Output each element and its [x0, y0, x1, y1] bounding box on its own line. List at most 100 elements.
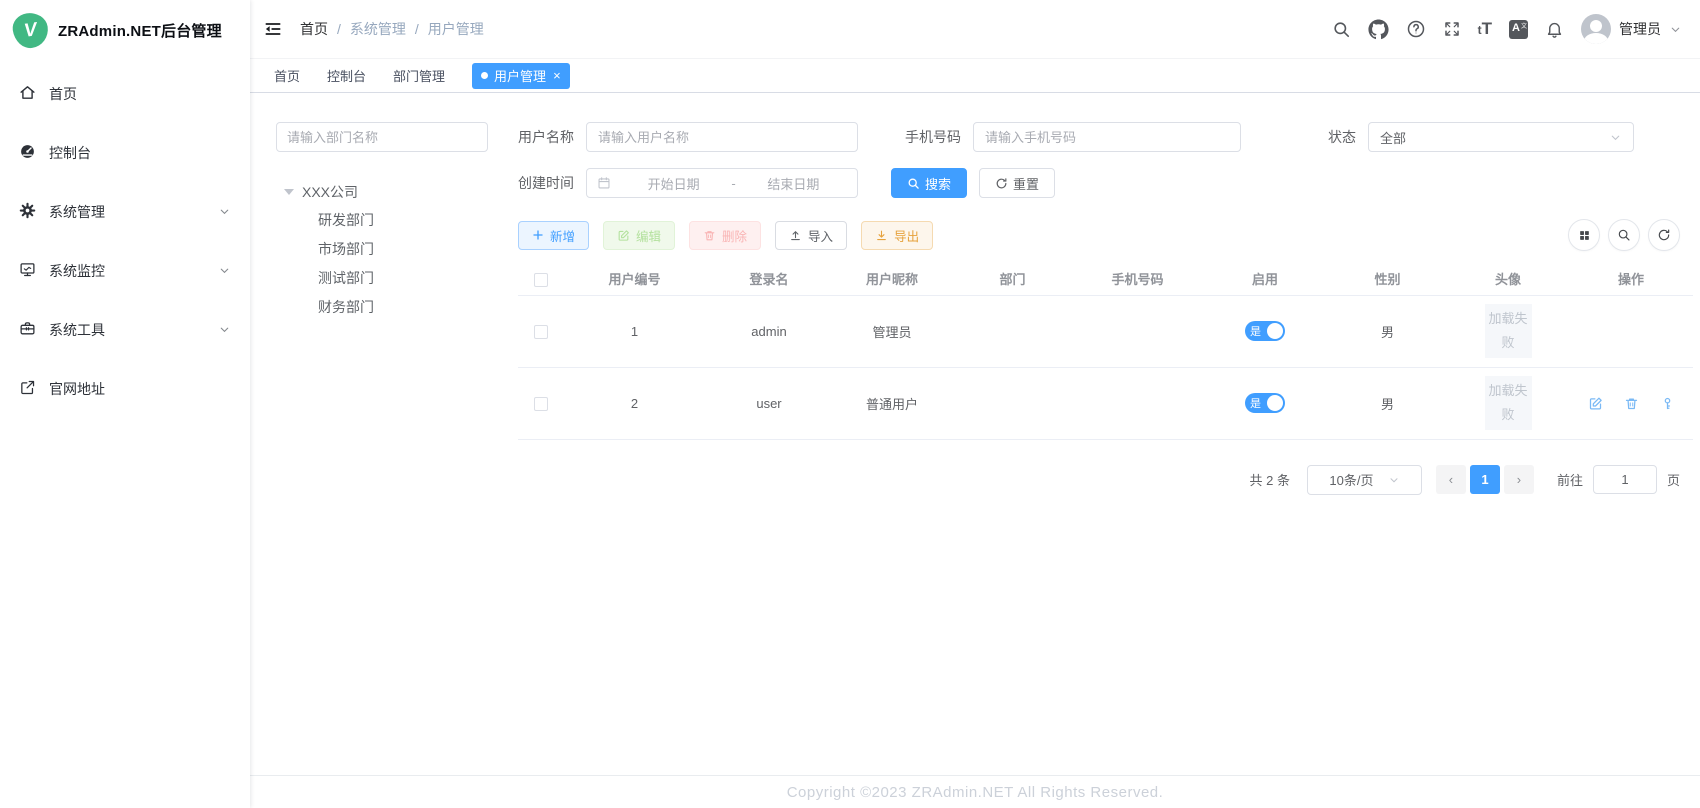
cell-dept	[952, 367, 1073, 439]
cell-gender: 男	[1328, 367, 1447, 439]
col-user-id: 用户编号	[563, 263, 706, 295]
add-button[interactable]: 新增	[518, 221, 589, 250]
sidebar-item-system-tools[interactable]: 系统工具	[0, 300, 250, 359]
brand[interactable]: V ZRAdmin.NET后台管理	[0, 0, 250, 60]
page-size-select[interactable]: 10条/页	[1307, 465, 1422, 495]
tree-node-dept[interactable]: 研发部门	[276, 206, 488, 235]
table-row: 1 admin 管理员 是 男	[518, 295, 1693, 367]
github-icon[interactable]	[1368, 19, 1389, 40]
date-start-placeholder[interactable]: 开始日期	[620, 174, 727, 193]
select-all-checkbox[interactable]	[534, 273, 548, 287]
sidebar: V ZRAdmin.NET后台管理 首页 控制台 系统管理	[0, 0, 250, 808]
columns-grid-icon[interactable]	[1568, 219, 1600, 251]
reset-button[interactable]: 重置	[979, 168, 1055, 198]
col-avatar: 头像	[1447, 263, 1569, 295]
prev-page-button[interactable]: ‹	[1436, 465, 1466, 494]
user-menu[interactable]: 管理员	[1581, 14, 1682, 44]
tab-dept-mgmt[interactable]: 部门管理	[393, 66, 445, 85]
phone-label: 手机号码	[905, 127, 961, 147]
breadcrumb-separator: /	[415, 21, 419, 37]
tree-node-dept[interactable]: 测试部门	[276, 264, 488, 293]
sidebar-item-label: 系统监控	[49, 261, 105, 281]
enabled-toggle[interactable]: 是	[1245, 393, 1285, 413]
user-panel: 用户名称 手机号码 状态 全部	[518, 122, 1680, 495]
sidebar-item-system-monitor[interactable]: 系统监控	[0, 241, 250, 300]
dept-tree-panel: XXX公司 研发部门 市场部门 测试部门 财务部门	[276, 122, 488, 322]
tree-node-dept[interactable]: 财务部门	[276, 293, 488, 322]
language-icon[interactable]: A文	[1509, 20, 1528, 39]
total-count: 共 2 条	[1250, 470, 1290, 489]
row-checkbox[interactable]	[534, 397, 548, 411]
date-separator: -	[727, 176, 739, 191]
sidebar-collapse-icon[interactable]	[263, 19, 283, 39]
edit-button[interactable]: 编辑	[603, 221, 675, 250]
breadcrumb-page: 用户管理	[428, 19, 484, 39]
username-input[interactable]	[586, 122, 858, 152]
toolbox-icon	[19, 320, 36, 340]
phone-input[interactable]	[973, 122, 1241, 152]
delete-button[interactable]: 删除	[689, 221, 761, 250]
cell-actions	[1569, 295, 1693, 367]
search-toggle-icon[interactable]	[1608, 219, 1640, 251]
refresh-icon[interactable]	[1648, 219, 1680, 251]
copyright-text: Copyright ©2023 ZRAdmin.NET All Rights R…	[787, 784, 1164, 801]
import-button[interactable]: 导入	[775, 221, 847, 250]
brand-logo-icon: V	[11, 10, 51, 50]
caret-down-icon	[284, 189, 294, 195]
gear-icon	[19, 202, 36, 222]
help-icon[interactable]	[1406, 19, 1426, 39]
search-button[interactable]: 搜索	[891, 168, 967, 198]
goto-page-input[interactable]	[1593, 465, 1657, 494]
chevron-down-icon	[1388, 474, 1400, 486]
col-phone: 手机号码	[1073, 263, 1202, 295]
sidebar-item-label: 控制台	[49, 143, 91, 163]
table-row: 2 user 普通用户 是 男	[518, 367, 1693, 439]
next-page-button[interactable]: ›	[1504, 465, 1534, 494]
export-button[interactable]: 导出	[861, 221, 933, 250]
tree-node-company[interactable]: XXX公司	[276, 178, 488, 206]
chevron-down-icon	[1669, 23, 1682, 36]
search-icon[interactable]	[1332, 20, 1351, 39]
table-header-row: 用户编号 登录名 用户昵称 部门 手机号码 启用 性别 头像 操作	[518, 263, 1693, 295]
dept-search-input[interactable]	[276, 122, 488, 152]
col-dept: 部门	[952, 263, 1073, 295]
page-content: XXX公司 研发部门 市场部门 测试部门 财务部门 用户名称 手机号码	[250, 93, 1700, 808]
external-link-icon	[19, 379, 36, 399]
active-tab-dot-icon	[481, 72, 488, 79]
tab-home[interactable]: 首页	[274, 66, 300, 85]
current-page-button[interactable]: 1	[1470, 465, 1500, 494]
status-select[interactable]: 全部	[1368, 122, 1634, 152]
breadcrumb-home[interactable]: 首页	[300, 19, 328, 39]
tab-user-mgmt-active[interactable]: 用户管理 ×	[472, 63, 570, 89]
date-end-placeholder[interactable]: 结束日期	[740, 174, 847, 193]
tab-console[interactable]: 控制台	[327, 66, 366, 85]
avatar-load-failed: 加载失败	[1485, 304, 1532, 358]
status-label: 状态	[1328, 127, 1356, 147]
font-size-icon[interactable]: tT	[1478, 20, 1492, 38]
row-delete-icon[interactable]	[1624, 396, 1639, 411]
col-login: 登录名	[706, 263, 832, 295]
enabled-toggle[interactable]: 是	[1245, 321, 1285, 341]
status-select-value: 全部	[1380, 128, 1406, 147]
bell-icon[interactable]	[1545, 20, 1564, 39]
chevron-down-icon	[218, 264, 231, 277]
fullscreen-icon[interactable]	[1443, 20, 1461, 38]
tab-close-icon[interactable]: ×	[553, 69, 561, 82]
row-reset-password-key-icon[interactable]	[1660, 396, 1675, 411]
footer: Copyright ©2023 ZRAdmin.NET All Rights R…	[250, 775, 1700, 808]
row-edit-icon[interactable]	[1588, 396, 1603, 411]
sidebar-item-label: 首页	[49, 84, 77, 104]
sidebar-item-website[interactable]: 官网地址	[0, 359, 250, 418]
avatar-load-failed: 加载失败	[1485, 376, 1532, 430]
sidebar-item-system-admin[interactable]: 系统管理	[0, 182, 250, 241]
date-range-picker[interactable]: 开始日期 - 结束日期	[586, 168, 858, 198]
sidebar-item-console[interactable]: 控制台	[0, 123, 250, 182]
breadcrumb: 首页 / 系统管理 / 用户管理	[300, 19, 484, 39]
table-tools	[1568, 219, 1680, 251]
row-checkbox[interactable]	[534, 325, 548, 339]
chevron-down-icon	[1609, 131, 1622, 144]
navbar-actions: tT A文 管理员	[1332, 14, 1682, 44]
tree-node-dept[interactable]: 市场部门	[276, 235, 488, 264]
sidebar-item-home[interactable]: 首页	[0, 64, 250, 123]
app-root: V ZRAdmin.NET后台管理 首页 控制台 系统管理	[0, 0, 1700, 808]
